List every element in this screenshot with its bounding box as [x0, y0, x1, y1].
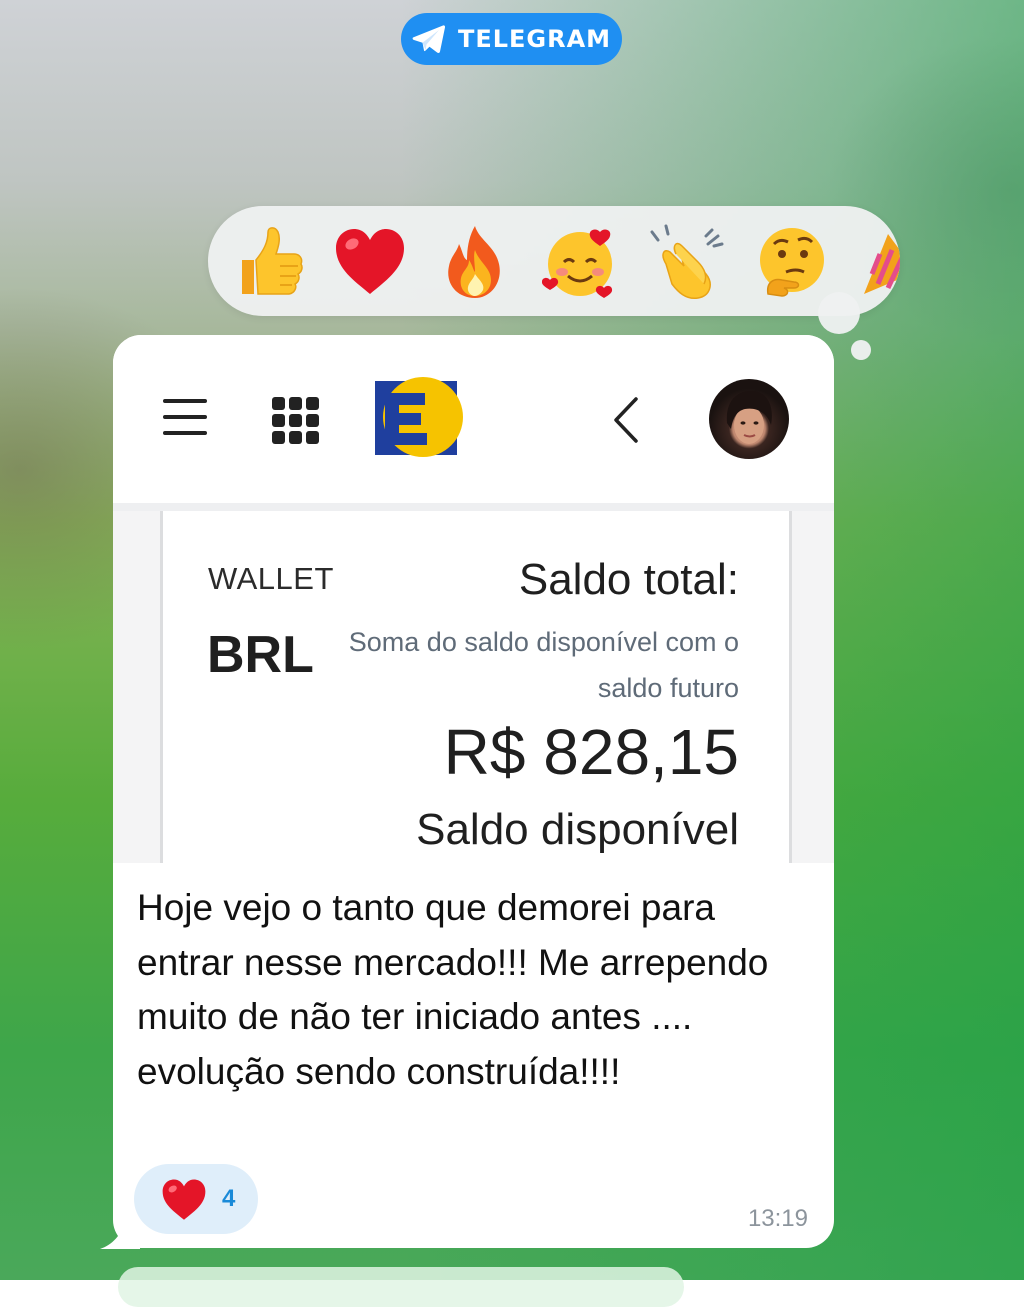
- grid-icon[interactable]: [272, 397, 320, 445]
- chevron-left-icon[interactable]: [608, 395, 644, 445]
- telegram-plane-icon: [412, 25, 446, 54]
- e-logo: [375, 377, 463, 457]
- red-heart-icon: [162, 1179, 206, 1220]
- wallet-label: WALLET: [208, 561, 334, 596]
- telegram-badge: TELEGRAM: [401, 13, 622, 65]
- reaction-count: 4: [222, 1185, 236, 1212]
- clapping-hands-icon[interactable]: [648, 224, 724, 300]
- reaction-picker: [208, 206, 900, 316]
- smiling-face-with-hearts-icon[interactable]: [542, 224, 618, 300]
- thumbs-up-icon[interactable]: [228, 224, 304, 300]
- reaction-picker-tail-dot: [851, 340, 871, 360]
- party-popper-icon[interactable]: [858, 224, 900, 300]
- message-time: 13:19: [747, 1205, 808, 1232]
- saldo-total-label: Saldo total:: [518, 555, 739, 604]
- hamburger-icon[interactable]: [163, 397, 207, 437]
- message-bubble[interactable]: WALLET BRL Saldo total: Soma do saldo di…: [113, 335, 834, 1248]
- fire-icon[interactable]: [437, 224, 513, 300]
- red-heart-icon[interactable]: [332, 224, 408, 300]
- balance-amount: R$ 828,15: [443, 716, 739, 788]
- next-message-bubble[interactable]: [118, 1267, 684, 1307]
- message-text: Hoje vejo o tanto que demorei para entra…: [137, 887, 769, 1092]
- header-divider: [113, 503, 834, 511]
- thinking-face-icon[interactable]: [754, 224, 830, 300]
- reaction-picker-tail: [818, 292, 860, 334]
- app-header: [113, 335, 834, 503]
- avatar-face: [726, 391, 772, 444]
- message-reaction[interactable]: 4: [134, 1164, 258, 1234]
- saldo-disponivel-label: Saldo disponível: [416, 805, 739, 854]
- saldo-total-description: Soma do saldo disponível com o saldo fut…: [348, 627, 739, 703]
- wallet-currency: BRL: [207, 626, 314, 684]
- user-avatar[interactable]: [709, 379, 789, 459]
- telegram-label: TELEGRAM: [457, 25, 612, 53]
